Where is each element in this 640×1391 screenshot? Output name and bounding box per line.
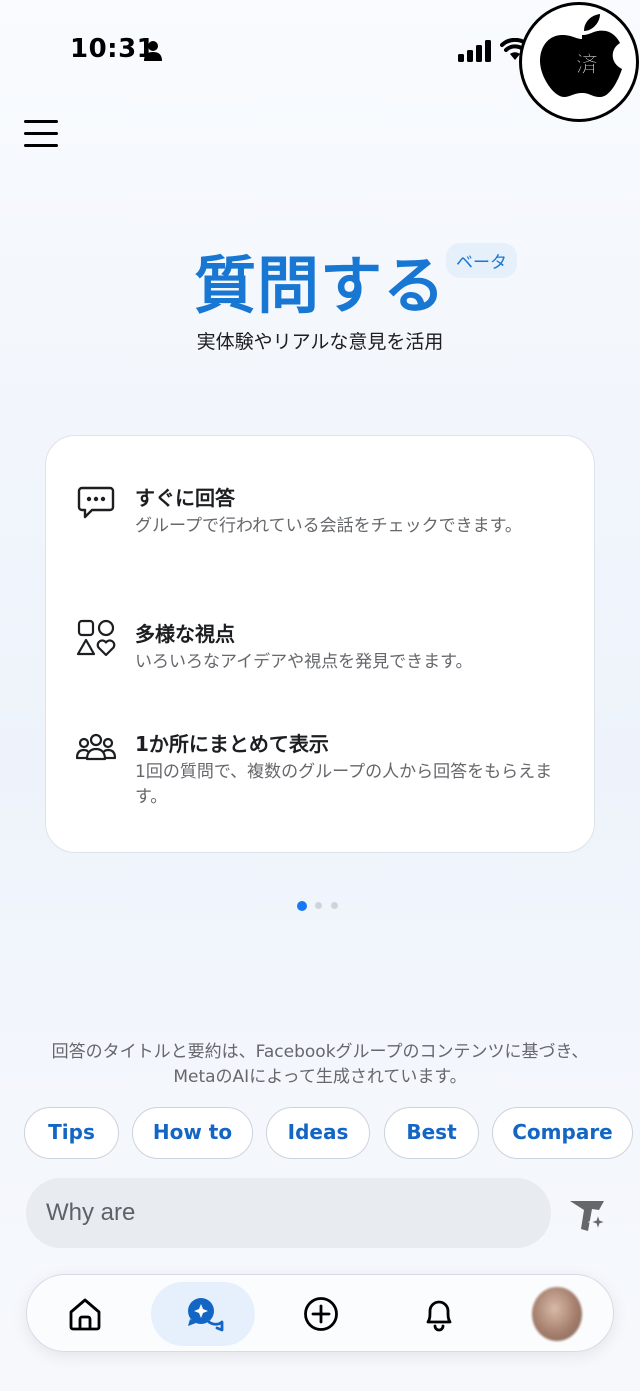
title-wrap: 質問する	[0, 235, 640, 325]
feature-description: グループで行われている会話をチェックできます。	[135, 516, 522, 536]
beta-badge: ベータ	[446, 243, 517, 278]
chip-best[interactable]: Best	[384, 1107, 479, 1159]
ai-disclaimer: 回答のタイトルと要約は、Facebookグループのコンテンツに基づき、Metaの…	[51, 1042, 589, 1087]
seal-text: 鑑済定	[562, 53, 613, 79]
nav-create[interactable]	[269, 1282, 373, 1346]
chip-how-to[interactable]: How to	[132, 1107, 253, 1159]
verified-seal-logo: 鑑済定	[519, 2, 639, 122]
chip-compare[interactable]: Compare	[492, 1107, 633, 1159]
page-subtitle: 実体験やリアルな意見を活用	[196, 331, 444, 353]
chat-bubble-dots-icon	[77, 486, 115, 519]
people-group-icon	[76, 733, 116, 761]
bell-icon	[426, 1300, 452, 1332]
person-icon	[144, 41, 162, 61]
page-title: 質問する	[193, 249, 446, 322]
bottom-navigation	[26, 1274, 614, 1352]
carousel-pager	[297, 895, 347, 911]
ask-sparkle-chat-icon	[188, 1298, 224, 1332]
nav-ask[interactable]	[151, 1282, 255, 1346]
ai-sparkle-send-icon[interactable]	[566, 1192, 610, 1236]
cellular-signal-icon	[458, 40, 491, 62]
pager-dot[interactable]	[331, 902, 338, 909]
plus-circle-icon	[304, 1297, 338, 1331]
feature-description: 1回の質問で、複数のグループの人から回答をもらえます。	[135, 762, 553, 807]
feature-description: いろいろなアイデアや視点を発見できます。	[135, 652, 473, 672]
question-input-bar	[26, 1178, 551, 1248]
nav-notifications[interactable]	[387, 1282, 491, 1346]
chip-ideas[interactable]: Ideas	[266, 1107, 370, 1159]
avatar[interactable]	[532, 1287, 582, 1341]
nav-home[interactable]	[33, 1282, 137, 1346]
feature-title: 多様な視点	[135, 622, 235, 646]
feature-title: すぐに回答	[135, 486, 235, 510]
shapes-icon	[76, 619, 116, 657]
feature-card: すぐに回答 グループで行われている会話をチェックできます。 多様な視点 いろいろ…	[45, 435, 595, 853]
chip-tips[interactable]: Tips	[24, 1107, 119, 1159]
pager-dot-active[interactable]	[297, 900, 307, 911]
question-input[interactable]	[46, 1178, 526, 1248]
home-icon	[69, 1298, 101, 1331]
feature-title: 1か所にまとめて表示	[135, 732, 329, 756]
menu-button[interactable]	[24, 118, 60, 150]
pager-dot[interactable]	[315, 902, 322, 909]
